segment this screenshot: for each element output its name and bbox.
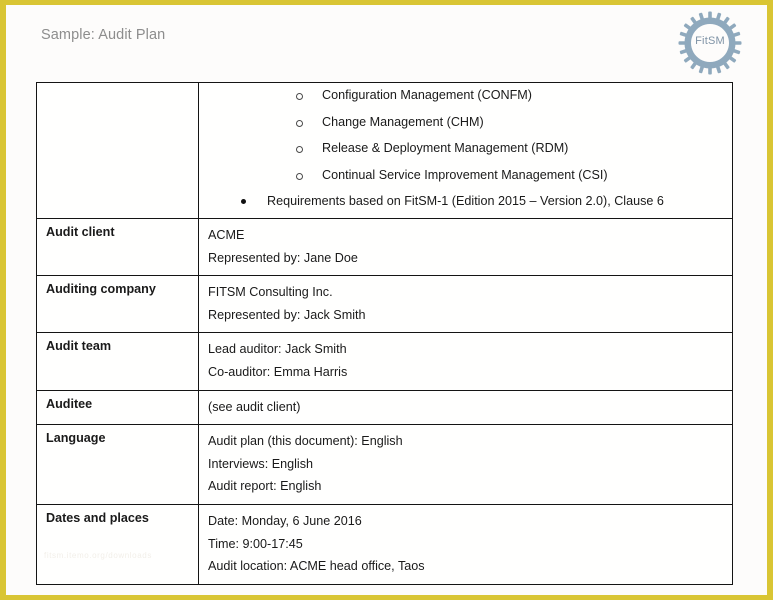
- row-label-audit-team: Audit team: [36, 332, 199, 391]
- list-item: Requirements based on FitSM-1 (Edition 2…: [208, 195, 723, 211]
- row-value-audit-team: Lead auditor: Jack Smith Co-auditor: Emm…: [198, 332, 733, 391]
- row-label-auditing-company: Auditing company: [36, 275, 199, 334]
- value-line: Date: Monday, 6 June 2016: [208, 513, 362, 528]
- bullet-list: Configuration Management (CONFM) Change …: [208, 89, 723, 211]
- value-line: Represented by: Jack Smith: [208, 307, 366, 322]
- table-row: Auditing company FITSM Consulting Inc. R…: [36, 275, 733, 334]
- table-row: Audit team Lead auditor: Jack Smith Co-a…: [36, 332, 733, 391]
- row-value-auditing-company: FITSM Consulting Inc. Represented by: Ja…: [198, 275, 733, 334]
- table-row: Language Audit plan (this document): Eng…: [36, 424, 733, 505]
- list-item: Release & Deployment Management (RDM): [208, 142, 723, 169]
- value-line: Lead auditor: Jack Smith: [208, 342, 347, 357]
- row-value-bullet-list: Configuration Management (CONFM) Change …: [198, 82, 733, 219]
- value-line: Audit report: English: [208, 479, 322, 494]
- audit-plan-table: Configuration Management (CONFM) Change …: [36, 82, 733, 585]
- document-header: Sample: Audit Plan FitSM: [6, 5, 767, 77]
- list-item: Configuration Management (CONFM): [208, 89, 723, 116]
- value-line: FITSM Consulting Inc.: [208, 285, 333, 300]
- value-line: Time: 9:00-17:45: [208, 536, 303, 551]
- value-line: Audit location: ACME head office, Taos: [208, 559, 425, 574]
- page-watermark: fitsm.itemo.org/downloads: [44, 551, 152, 560]
- table-row: Dates and places Date: Monday, 6 June 20…: [36, 503, 733, 585]
- row-label-empty: [36, 82, 199, 219]
- value-line: Audit plan (this document): English: [208, 434, 403, 449]
- row-label-dates-and-places: Dates and places: [36, 503, 199, 585]
- table-row: Audit client ACME Represented by: Jane D…: [36, 217, 733, 277]
- row-value-auditee: (see audit client): [198, 389, 733, 426]
- value-line: (see audit client): [208, 399, 301, 414]
- row-label-auditee: Auditee: [36, 389, 199, 426]
- document-page: Sample: Audit Plan FitSM Configuration M…: [0, 0, 773, 600]
- list-item: Continual Service Improvement Management…: [208, 169, 723, 196]
- page-title: Sample: Audit Plan: [41, 27, 166, 43]
- row-label-audit-client: Audit client: [36, 217, 199, 277]
- row-value-audit-client: ACME Represented by: Jane Doe: [198, 217, 733, 277]
- table-row: Auditee (see audit client): [36, 389, 733, 426]
- value-line: ACME: [208, 227, 245, 242]
- table-row: Configuration Management (CONFM) Change …: [36, 82, 733, 219]
- page-content-area: Sample: Audit Plan FitSM Configuration M…: [6, 5, 767, 595]
- audit-plan-table-body: Configuration Management (CONFM) Change …: [36, 82, 733, 585]
- value-line: Co-auditor: Emma Harris: [208, 364, 348, 379]
- value-line: Interviews: English: [208, 456, 313, 471]
- fitsm-gear-logo: FitSM: [678, 11, 742, 75]
- fitsm-logo-text: FitSM: [695, 35, 725, 47]
- row-value-language: Audit plan (this document): English Inte…: [198, 424, 733, 505]
- list-item: Change Management (CHM): [208, 115, 723, 143]
- value-line: Represented by: Jane Doe: [208, 250, 358, 265]
- row-label-language: Language: [36, 424, 199, 505]
- row-value-dates-and-places: Date: Monday, 6 June 2016 Time: 9:00-17:…: [198, 503, 733, 585]
